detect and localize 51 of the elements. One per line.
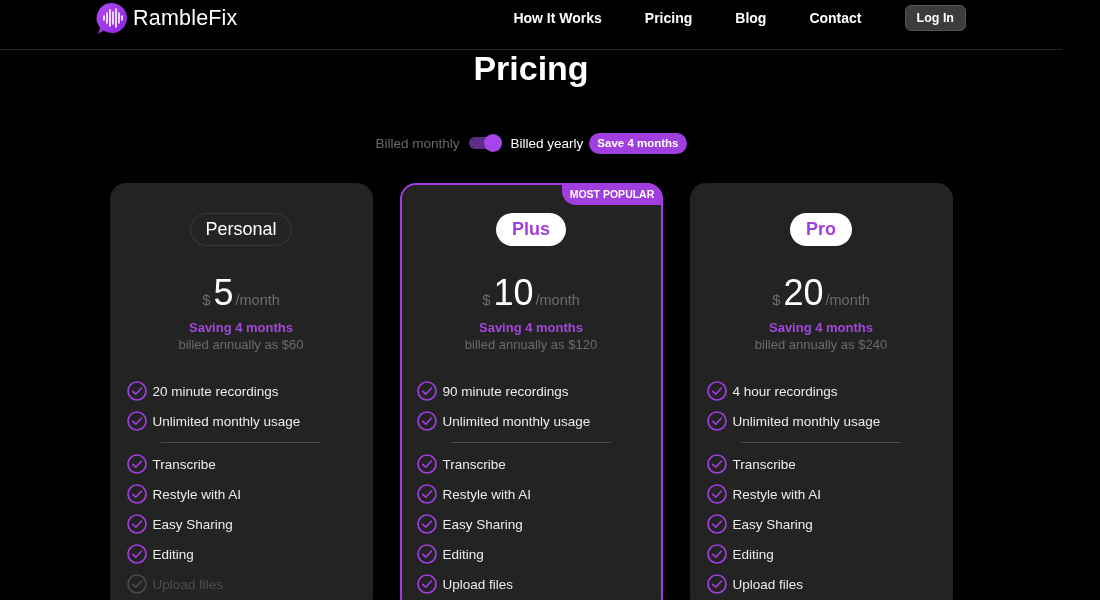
- nav-link[interactable]: Pricing: [644, 10, 693, 26]
- billed-note: billed annually as $120: [463, 336, 599, 353]
- price-period: /month: [535, 291, 580, 310]
- feature-text: Upload files: [442, 576, 514, 592]
- feature-text: Unlimited monthly usage: [152, 413, 301, 429]
- login-button[interactable]: Log In: [904, 5, 966, 31]
- page-title: Pricing: [473, 50, 589, 86]
- feature-text: Transcribe: [442, 456, 506, 472]
- plan-name-badge: Plus: [496, 213, 566, 246]
- saving-text: Saving 4 months: [768, 319, 874, 336]
- feature-text: Editing: [732, 546, 774, 562]
- feature-text: Easy Sharing: [442, 516, 523, 532]
- savings-badge: Save 4 months: [589, 132, 687, 154]
- feature-text: Transcribe: [732, 456, 796, 472]
- price-amount: 10: [493, 273, 534, 313]
- feature-text: Upload files: [732, 576, 804, 592]
- price-period: /month: [235, 291, 280, 310]
- feature-text: Easy Sharing: [152, 516, 233, 532]
- plan-name-badge: Pro: [790, 213, 852, 246]
- brand-logo-icon: [96, 1, 128, 35]
- feature-text: 90 minute recordings: [442, 383, 569, 399]
- price-amount: 20: [783, 273, 824, 313]
- saving-text: Saving 4 months: [478, 319, 584, 336]
- brand-name[interactable]: RambleFix: [133, 5, 238, 31]
- billed-monthly-label: Billed monthly: [375, 135, 460, 151]
- saving-text: Saving 4 months: [188, 319, 294, 336]
- billed-note: billed annually as $240: [753, 336, 889, 353]
- feature-text: Unlimited monthly usage: [732, 413, 881, 429]
- feature-text: Easy Sharing: [732, 516, 813, 532]
- feature-text: Restyle with AI: [732, 486, 822, 502]
- feature-text: Unlimited monthly usage: [442, 413, 591, 429]
- feature-text: Restyle with AI: [152, 486, 242, 502]
- billed-yearly-label: Billed yearly: [510, 135, 584, 151]
- nav-link[interactable]: How It Works: [513, 10, 602, 26]
- billed-note: billed annually as $60: [177, 336, 305, 353]
- price-period: /month: [825, 291, 870, 310]
- feature-text: Editing: [442, 546, 484, 562]
- price-amount: 5: [213, 273, 234, 313]
- price-currency: $: [482, 290, 491, 310]
- plan-name-badge: Personal: [190, 213, 292, 246]
- billing-toggle[interactable]: [468, 134, 502, 152]
- feature-text: Editing: [152, 546, 194, 562]
- price-currency: $: [202, 290, 211, 310]
- price-currency: $: [772, 290, 781, 310]
- nav-link[interactable]: Contact: [809, 10, 862, 26]
- feature-text: Restyle with AI: [442, 486, 532, 502]
- most-popular-ribbon: MOST POPULAR: [561, 183, 663, 205]
- feature-text: 4 hour recordings: [732, 383, 838, 399]
- feature-text: 20 minute recordings: [152, 383, 279, 399]
- feature-text: Transcribe: [152, 456, 216, 472]
- nav-link[interactable]: Blog: [735, 10, 767, 26]
